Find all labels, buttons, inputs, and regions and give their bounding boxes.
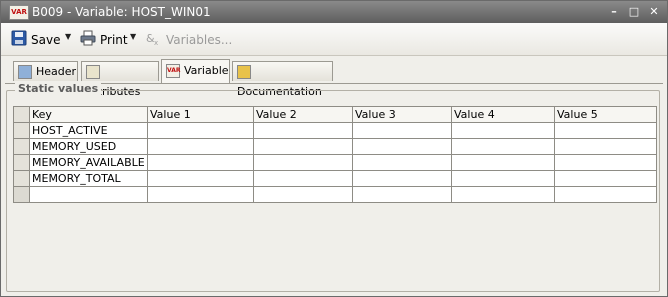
var-icon: VAR bbox=[166, 64, 181, 78]
value-cell[interactable] bbox=[554, 122, 657, 139]
value-cell[interactable] bbox=[253, 122, 353, 139]
tab-label: Variable bbox=[184, 64, 229, 77]
table-row[interactable]: HOST_ACTIVE bbox=[13, 122, 657, 139]
value-cell[interactable] bbox=[451, 186, 555, 203]
row-header[interactable] bbox=[13, 186, 30, 203]
value-cell[interactable] bbox=[451, 122, 555, 139]
close-button[interactable]: ✕ bbox=[647, 5, 661, 19]
column-header[interactable]: Value 3 bbox=[352, 106, 452, 123]
minimize-button[interactable]: – bbox=[607, 5, 621, 19]
value-cell[interactable] bbox=[554, 154, 657, 171]
tab-attributes[interactable]: Attributes bbox=[81, 61, 159, 98]
tab-strip: Header Attributes VAR Variable Documentat… bbox=[1, 56, 667, 98]
toolbar: Save ▼ Print ▼ & x Variables... bbox=[1, 23, 667, 56]
value-cell[interactable] bbox=[554, 138, 657, 155]
row-header[interactable] bbox=[13, 138, 30, 155]
value-cell[interactable] bbox=[253, 154, 353, 171]
column-header[interactable]: Value 4 bbox=[451, 106, 555, 123]
table-row[interactable]: MEMORY_USED bbox=[13, 138, 657, 155]
key-cell[interactable]: MEMORY_TOTAL bbox=[29, 170, 148, 187]
value-cell[interactable] bbox=[352, 170, 452, 187]
row-header[interactable] bbox=[13, 154, 30, 171]
value-cell[interactable] bbox=[253, 186, 353, 203]
print-dropdown-chevron-icon[interactable]: ▼ bbox=[130, 32, 136, 41]
value-cell[interactable] bbox=[147, 122, 254, 139]
value-cell[interactable] bbox=[554, 186, 657, 203]
value-cell[interactable] bbox=[253, 138, 353, 155]
print-button[interactable]: Print bbox=[80, 30, 128, 48]
save-label: Save bbox=[31, 33, 61, 47]
value-cell[interactable] bbox=[253, 170, 353, 187]
key-cell[interactable]: HOST_ACTIVE bbox=[29, 122, 148, 139]
attributes-icon bbox=[86, 65, 100, 79]
tab-header[interactable]: Header bbox=[13, 61, 78, 81]
value-cell[interactable] bbox=[147, 154, 254, 171]
value-cell[interactable] bbox=[352, 138, 452, 155]
print-label: Print bbox=[100, 33, 128, 47]
save-dropdown-chevron-icon[interactable]: ▼ bbox=[65, 32, 71, 41]
column-header[interactable]: Value 2 bbox=[253, 106, 353, 123]
table-header-row: Key Value 1 Value 2 Value 3 Value 4 Valu… bbox=[13, 106, 657, 123]
variables-label: Variables... bbox=[166, 33, 233, 47]
header-icon bbox=[18, 65, 32, 79]
corner-cell[interactable] bbox=[13, 106, 30, 123]
value-cell[interactable] bbox=[147, 138, 254, 155]
window-title: B009 - Variable: HOST_WIN01 bbox=[32, 5, 211, 19]
variables-icon: & x bbox=[146, 30, 162, 51]
documentation-icon bbox=[237, 65, 251, 79]
var-icon: VAR bbox=[9, 5, 29, 20]
table-row[interactable]: MEMORY_TOTAL bbox=[13, 170, 657, 187]
value-cell[interactable] bbox=[554, 170, 657, 187]
variable-window: VAR B009 - Variable: HOST_WIN01 – □ ✕ Sa… bbox=[0, 0, 668, 297]
value-cell[interactable] bbox=[147, 170, 254, 187]
column-header[interactable]: Key bbox=[29, 106, 148, 123]
column-header[interactable]: Value 1 bbox=[147, 106, 254, 123]
value-cell[interactable] bbox=[451, 170, 555, 187]
save-button[interactable]: Save bbox=[11, 30, 60, 48]
value-cell[interactable] bbox=[451, 154, 555, 171]
table-row[interactable]: MEMORY_AVAILABLE bbox=[13, 154, 657, 171]
group-title: Static values bbox=[15, 82, 102, 95]
value-cell[interactable] bbox=[352, 154, 452, 171]
column-header[interactable]: Value 5 bbox=[554, 106, 657, 123]
printer-icon bbox=[80, 30, 96, 51]
value-cell[interactable] bbox=[451, 138, 555, 155]
tab-documentation[interactable]: Documentation bbox=[232, 61, 333, 98]
value-cell[interactable] bbox=[352, 122, 452, 139]
row-header[interactable] bbox=[13, 122, 30, 139]
svg-text:x: x bbox=[154, 39, 158, 46]
key-cell[interactable] bbox=[29, 186, 148, 203]
floppy-disk-icon bbox=[11, 30, 27, 51]
tab-variable[interactable]: VAR Variable bbox=[161, 59, 230, 83]
maximize-button[interactable]: □ bbox=[627, 5, 641, 19]
key-cell[interactable]: MEMORY_AVAILABLE bbox=[29, 154, 148, 171]
static-values-group: Static values Key Value 1 Value 2 Value … bbox=[6, 82, 660, 292]
tab-divider bbox=[5, 83, 663, 84]
variables-button[interactable]: & x Variables... bbox=[146, 30, 232, 48]
value-cell[interactable] bbox=[352, 186, 452, 203]
static-values-table: Key Value 1 Value 2 Value 3 Value 4 Valu… bbox=[13, 106, 657, 203]
new-row[interactable] bbox=[13, 186, 657, 203]
title-bar[interactable]: VAR B009 - Variable: HOST_WIN01 – □ ✕ bbox=[1, 1, 667, 23]
row-header[interactable] bbox=[13, 170, 30, 187]
key-cell[interactable]: MEMORY_USED bbox=[29, 138, 148, 155]
tab-label: Header bbox=[36, 65, 77, 78]
value-cell[interactable] bbox=[147, 186, 254, 203]
